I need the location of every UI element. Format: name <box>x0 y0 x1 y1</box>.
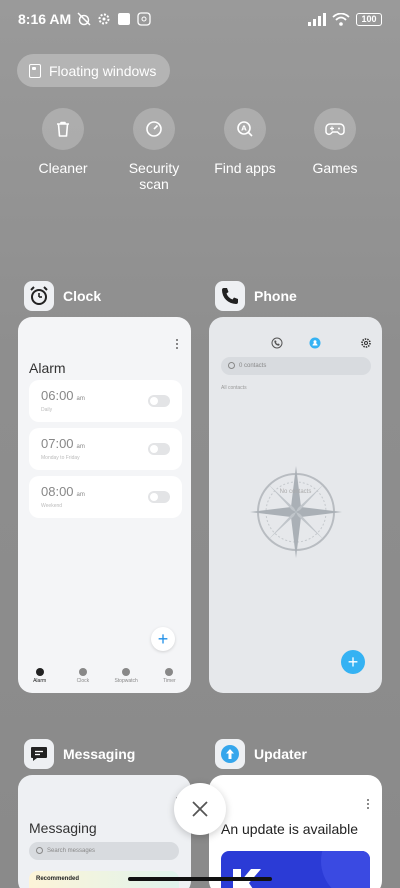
alarm-ampm: am <box>76 396 85 402</box>
gamepad-icon <box>314 108 356 150</box>
alarm-repeat: Daily <box>41 407 53 413</box>
contacts-search-placeholder: 0 contacts <box>239 363 267 369</box>
compass-icon <box>250 466 342 558</box>
settings-icon <box>361 338 371 348</box>
phone-top-bar <box>209 337 382 351</box>
tab-timer: Timer <box>148 667 191 689</box>
clock-app-name: Clock <box>63 288 102 304</box>
nfc-badge-icon <box>137 12 151 26</box>
update-arrow-icon <box>215 739 245 769</box>
alarm-ampm: am <box>76 444 85 450</box>
floating-windows-label: Floating windows <box>49 62 157 79</box>
contacts-icon <box>309 337 321 349</box>
games-label: Games <box>312 160 358 176</box>
update-banner-graphic <box>233 851 370 888</box>
add-alarm-icon: + <box>151 627 175 651</box>
home-indicator[interactable] <box>128 877 272 881</box>
clock-tab-bar: Alarm Clock Stopwatch Timer <box>18 667 191 689</box>
alarm-time: 07:00 <box>41 436 74 451</box>
cleaner-label: Cleaner <box>38 160 88 176</box>
empty-contacts-label: No contacts <box>279 489 312 495</box>
alarm-item: 08:00 am Weekend <box>29 476 182 518</box>
floating-window-icon <box>29 63 41 78</box>
phone-icon <box>215 281 245 311</box>
find-apps-button[interactable]: A Find apps <box>200 108 290 176</box>
gear-icon <box>98 13 110 25</box>
security-scan-label: Security scan <box>128 160 180 192</box>
timer-tab-icon <box>165 668 174 676</box>
alarm-item: 07:00 am Monday to Friday <box>29 428 182 470</box>
tab-label: Stopwatch <box>114 678 138 684</box>
alarm-tab-icon <box>35 668 44 676</box>
updater-app-header[interactable]: Updater <box>215 739 307 769</box>
cleaner-button[interactable]: Cleaner <box>18 108 108 176</box>
phone-app-header[interactable]: Phone <box>215 281 297 311</box>
messages-search-placeholder: Search messages <box>47 848 96 854</box>
clock-app-card[interactable]: Alarm 06:00 am Daily 07:00 am Monday to Fr… <box>18 317 191 693</box>
search-app-icon: A <box>224 108 266 150</box>
update-banner <box>221 851 370 888</box>
status-bar: 8:16 AM 100 <box>0 0 400 38</box>
alarm-screen-title: Alarm <box>29 360 66 376</box>
close-icon <box>192 801 208 817</box>
tab-clock: Clock <box>61 667 104 689</box>
tab-label: Alarm <box>33 678 47 684</box>
clock-tab-icon <box>78 668 87 676</box>
update-message: An update is available <box>221 821 358 837</box>
tab-alarm: Alarm <box>18 667 61 689</box>
message-icon <box>24 739 54 769</box>
alarm-repeat: Monday to Friday <box>41 455 80 461</box>
stopwatch-tab-icon <box>122 668 131 676</box>
phone-app-name: Phone <box>254 288 297 304</box>
phone-app-card[interactable]: 0 contacts All contacts No contacts + <box>209 317 382 693</box>
battery-indicator: 100 <box>356 12 382 26</box>
clear-all-button[interactable] <box>174 783 226 835</box>
trash-icon <box>42 108 84 150</box>
alarm-ampm: am <box>76 492 85 498</box>
messaging-app-card[interactable]: Messaging Search messages Recommended <box>18 775 191 888</box>
app-square-icon <box>118 13 131 25</box>
messaging-app-name: Messaging <box>63 746 136 762</box>
floating-windows-button[interactable]: Floating windows <box>17 54 171 87</box>
add-contact-icon: + <box>341 650 365 674</box>
tab-label: Clock <box>76 678 90 684</box>
alarm-toggle <box>148 491 170 503</box>
speedometer-icon <box>133 108 175 150</box>
tab-label: Timer <box>163 678 176 684</box>
alarm-time: 06:00 <box>41 388 74 403</box>
updater-app-name: Updater <box>254 746 307 762</box>
more-icon <box>175 339 178 351</box>
alarm-clock-icon <box>24 281 54 311</box>
updater-app-card[interactable]: An update is available <box>209 775 382 888</box>
tab-stopwatch: Stopwatch <box>105 667 148 689</box>
alarm-toggle <box>148 443 170 455</box>
contacts-filter: All contacts <box>221 385 247 391</box>
alarm-item: 06:00 am Daily <box>29 380 182 422</box>
games-button[interactable]: Games <box>290 108 380 176</box>
recents-icon <box>271 337 283 349</box>
messaging-app-header[interactable]: Messaging <box>24 739 135 769</box>
alarm-toggle <box>148 395 170 407</box>
messaging-screen-title: Messaging <box>29 820 97 836</box>
find-apps-label: Find apps <box>214 160 276 176</box>
alarm-time: 08:00 <box>41 484 74 499</box>
recommended-label: Recommended <box>36 876 80 882</box>
alarm-repeat: Weekend <box>41 503 63 509</box>
security-scan-button[interactable]: Security scan <box>109 108 199 192</box>
messages-search: Search messages <box>29 842 179 860</box>
clock-app-header[interactable]: Clock <box>24 281 101 311</box>
wifi-icon <box>332 12 350 26</box>
svg-text:A: A <box>241 125 247 133</box>
quick-actions: Cleaner Security scan A Find apps Games <box>0 108 400 198</box>
status-time: 8:16 AM <box>18 11 72 27</box>
contacts-search: 0 contacts <box>221 357 371 375</box>
more-icon <box>366 799 369 811</box>
signal-icon <box>308 12 326 26</box>
alarm-off-icon <box>77 12 91 26</box>
